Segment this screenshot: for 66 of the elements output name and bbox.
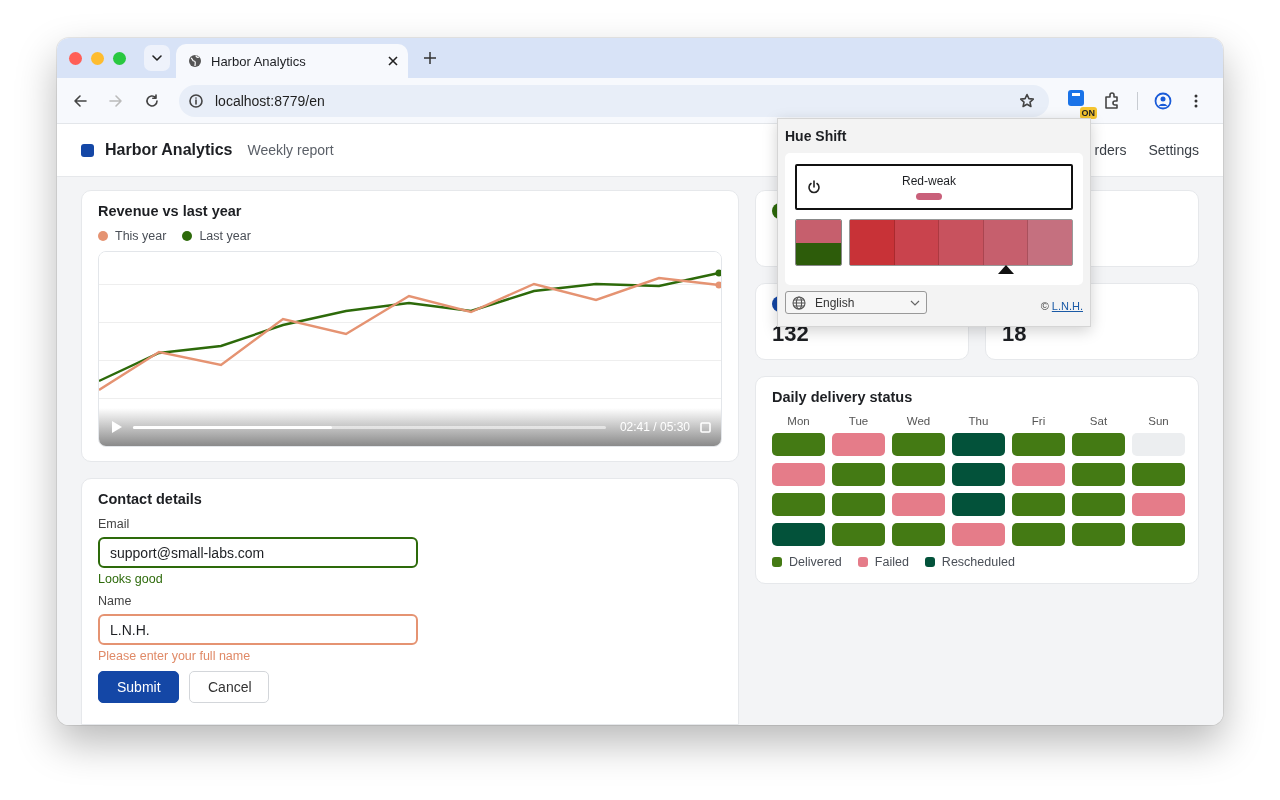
day-label: Sat xyxy=(1088,415,1109,427)
field-label: Name xyxy=(98,594,133,608)
input-field[interactable]: L.N.H. xyxy=(98,614,418,645)
language-select[interactable]: English xyxy=(785,291,927,314)
back-icon[interactable] xyxy=(73,93,87,108)
card-title: Revenue vs last year xyxy=(98,203,243,219)
star-icon[interactable] xyxy=(1019,92,1035,109)
nav-link[interactable]: rders xyxy=(1094,142,1127,158)
logo-icon xyxy=(81,143,94,157)
progress-track[interactable] xyxy=(133,425,606,429)
card-title: Daily delivery status xyxy=(772,389,914,405)
globe-icon xyxy=(188,54,202,68)
color-swatch[interactable] xyxy=(894,220,940,265)
globe-icon xyxy=(792,295,806,310)
chevron-down-icon xyxy=(910,299,920,306)
day-label: Sun xyxy=(1147,415,1170,427)
validation-message: Looks good xyxy=(98,572,164,586)
validation-message: Please enter your full name xyxy=(98,649,252,663)
window-control-icon[interactable] xyxy=(91,51,104,65)
mode-button[interactable]: Red-weak xyxy=(795,164,1073,210)
close-icon[interactable] xyxy=(388,56,398,66)
color-swatch[interactable] xyxy=(850,220,895,265)
fullscreen-icon[interactable] xyxy=(700,421,711,433)
submit-button[interactable]: Submit xyxy=(98,671,179,703)
status-badge: ON xyxy=(1079,106,1097,119)
legend-label: Rescheduled xyxy=(941,555,1015,569)
stat-value: 18 xyxy=(1002,322,1028,346)
credit-link[interactable]: L.N.H. xyxy=(1051,299,1083,312)
menu-icon[interactable] xyxy=(1194,93,1198,108)
profile-icon[interactable] xyxy=(1154,91,1172,110)
reload-icon[interactable] xyxy=(145,93,159,108)
day-label: Tue xyxy=(847,415,870,427)
field-label: Email xyxy=(98,517,131,531)
day-label: Wed xyxy=(905,415,932,427)
tab-list-button[interactable] xyxy=(144,45,170,71)
copyright-mark: © xyxy=(1040,299,1049,312)
window-control-icon[interactable] xyxy=(113,51,126,65)
chevron-down-icon xyxy=(151,52,163,64)
card-title: Contact details xyxy=(98,491,203,507)
power-icon xyxy=(807,180,821,194)
legend-label: Delivered xyxy=(789,555,842,569)
cancel-button[interactable]: Cancel xyxy=(189,671,269,703)
browser-tab[interactable]: Harbor Analytics xyxy=(176,44,408,78)
address-bar[interactable]: localhost:8779/en xyxy=(179,84,1049,117)
plus-icon[interactable] xyxy=(424,52,436,64)
video-time: 02:41 / 05:30 xyxy=(619,420,690,434)
window-control-icon[interactable] xyxy=(69,51,82,65)
nav-link[interactable]: Settings xyxy=(1148,142,1199,158)
extension-icon[interactable] xyxy=(1067,88,1085,107)
legend-label: This year xyxy=(115,229,167,243)
page-subtitle: Weekly report xyxy=(247,142,334,158)
info-icon xyxy=(189,93,203,108)
day-label: Mon xyxy=(786,415,811,427)
brand-name: Harbor Analytics xyxy=(105,141,233,159)
color-swatch[interactable] xyxy=(939,220,984,265)
input-field[interactable]: support@small-labs.com xyxy=(98,537,418,568)
day-label: Fri xyxy=(1030,415,1047,427)
day-label: Thu xyxy=(967,415,990,427)
legend-label: Last year xyxy=(199,229,251,243)
play-icon[interactable] xyxy=(111,420,123,434)
puzzle-icon[interactable] xyxy=(1103,91,1121,110)
legend-label: Failed xyxy=(874,555,909,569)
popup-title: Hue Shift xyxy=(785,128,848,144)
comparison-swatch xyxy=(795,219,842,266)
color-swatch[interactable] xyxy=(983,220,1029,265)
color-swatch[interactable] xyxy=(1028,220,1072,265)
